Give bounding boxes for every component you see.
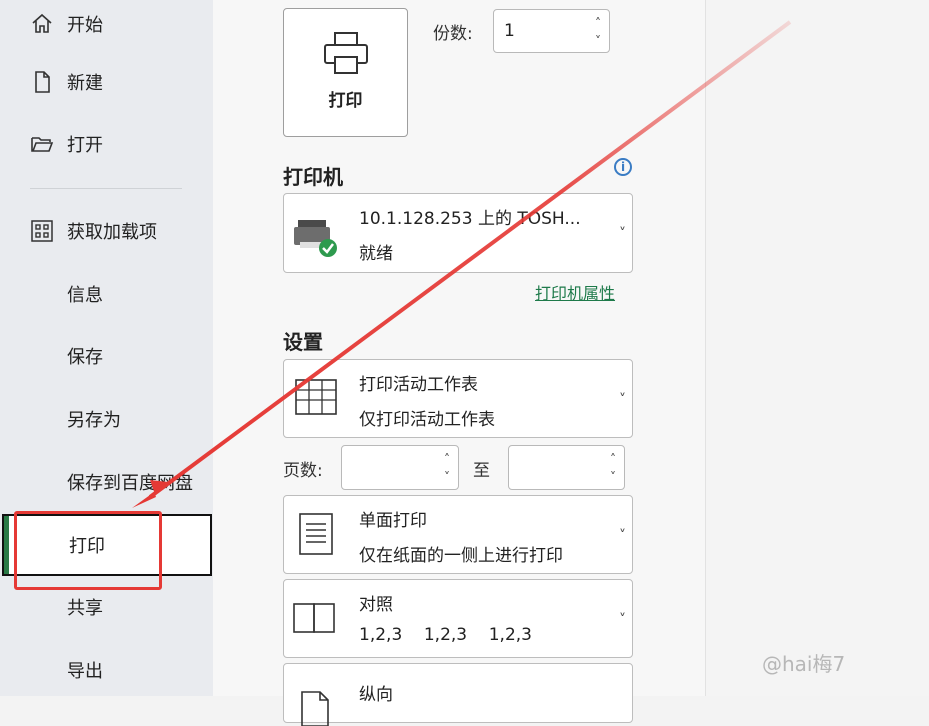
annotation-arrow — [132, 20, 792, 508]
watermark: @hai梅7 — [762, 652, 846, 676]
